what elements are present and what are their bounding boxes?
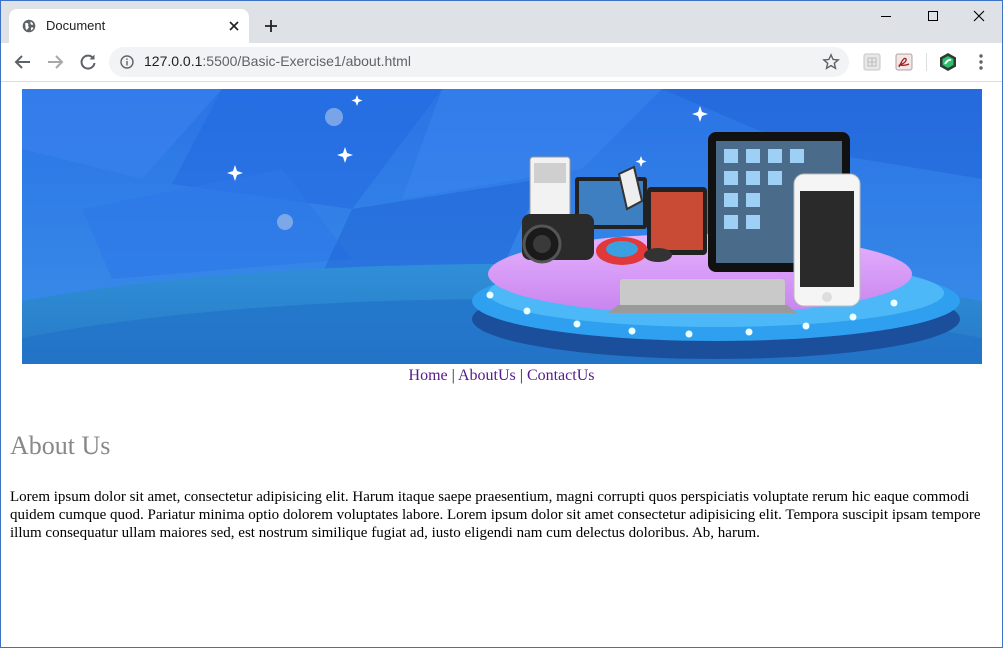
address-bar[interactable]: 127.0.0.1:5500/Basic-Exercise1/about.htm… (109, 47, 849, 77)
nav-separator: | (447, 367, 458, 384)
page-content: Home | AboutUs | ContactUs About Us Lore… (1, 82, 1002, 647)
url-text[interactable]: 127.0.0.1:5500/Basic-Exercise1/about.htm… (144, 53, 411, 69)
pdf-extension-icon[interactable] (894, 52, 914, 72)
url-host: 127.0.0.1 (144, 53, 203, 69)
nav-separator: | (515, 367, 527, 384)
new-tab-icon[interactable] (263, 18, 279, 34)
close-window-icon[interactable] (955, 1, 1001, 31)
menu-icon[interactable] (971, 52, 991, 72)
browser-toolbar: 127.0.0.1:5500/Basic-Exercise1/about.htm… (1, 43, 1002, 82)
site-nav: Home | AboutUs | ContactUs (1, 367, 1002, 385)
minimize-icon[interactable] (863, 1, 909, 31)
banner-image (22, 89, 982, 364)
toolbar-divider (926, 53, 927, 71)
browser-window: Document 127.0.0.1:5500/Basic-Exercise1/… (0, 0, 1003, 648)
nav-home-link[interactable]: Home (409, 367, 448, 384)
extension-grid-icon[interactable] (862, 52, 882, 72)
forward-icon[interactable] (45, 52, 65, 72)
info-icon[interactable] (120, 55, 134, 69)
maximize-icon[interactable] (909, 1, 955, 31)
tab-strip: Document (1, 1, 1002, 43)
about-paragraph: Lorem ipsum dolor sit amet, consectetur … (10, 489, 981, 541)
nav-aboutus-link[interactable]: AboutUs (458, 367, 516, 384)
browser-tab[interactable]: Document (9, 9, 249, 43)
globe-icon (22, 19, 36, 33)
nav-contactus-link[interactable]: ContactUs (527, 367, 595, 384)
close-tab-icon[interactable] (226, 18, 242, 34)
reload-icon[interactable] (78, 52, 98, 72)
hexagon-extension-icon[interactable] (938, 52, 958, 72)
url-path: :5500/Basic-Exercise1/about.html (202, 53, 411, 69)
page-heading: About Us (10, 431, 111, 460)
tab-title: Document (46, 18, 106, 33)
star-icon[interactable] (822, 53, 840, 71)
back-icon[interactable] (13, 52, 33, 72)
